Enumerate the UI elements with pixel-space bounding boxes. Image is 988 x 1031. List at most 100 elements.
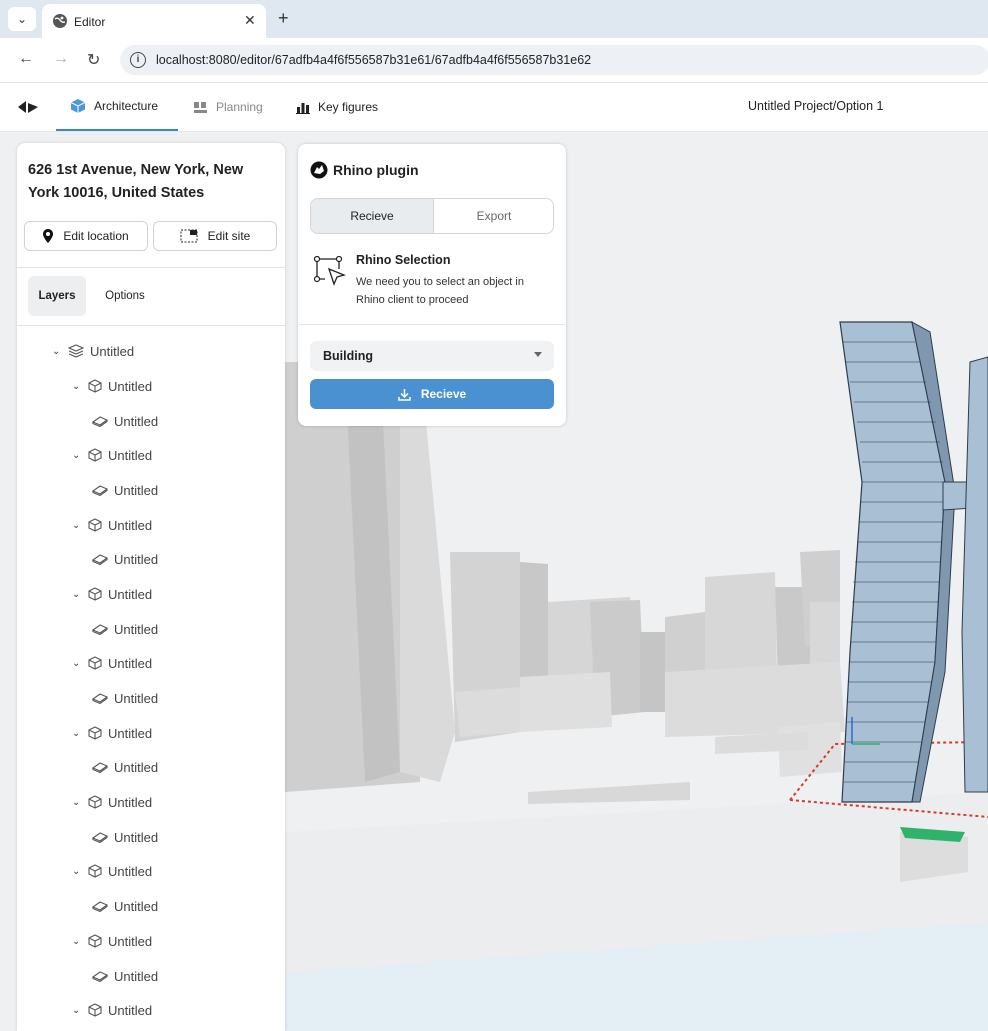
slab-icon [92,554,108,565]
tree-item-label: Untitled [114,829,159,845]
tab-options[interactable]: Options [95,276,155,316]
tree-group-label: Untitled [108,1002,153,1018]
tree-item[interactable]: Untitled [92,896,158,916]
tree-group-label: Untitled [108,517,153,533]
tree-group-label: Untitled [108,447,153,463]
browser-tab[interactable]: Editor ✕ [42,4,266,38]
tree-item-label: Untitled [114,482,159,498]
chevron-down-icon[interactable]: ⌄ [72,658,84,669]
tree-group[interactable]: ⌄ Untitled [72,653,152,673]
edit-location-button[interactable]: Edit location [24,221,148,251]
url-field[interactable]: i localhost:8080/editor/67adfb4a4f6f5565… [120,45,988,75]
slab-icon [92,832,108,843]
tree-item-label: Untitled [114,413,159,429]
site-info-icon[interactable]: i [130,52,146,68]
planning-icon [194,101,207,113]
tab-search-button[interactable]: ⌄ [8,7,36,31]
rhino-panel-title-text: Rhino plugin [333,162,419,178]
export-tab[interactable]: Export [433,199,553,233]
tree-group[interactable]: ⌄ Untitled [72,515,152,535]
app-header: Architecture Planning Key figures Untitl… [0,83,988,132]
chevron-down-icon[interactable]: ⌄ [72,520,84,531]
chevron-down-icon[interactable]: ⌄ [52,346,64,357]
location-pin-icon [43,229,54,243]
tree-group[interactable]: ⌄ Untitled [72,584,152,604]
tab-layers[interactable]: Layers [28,276,86,316]
chevron-down-icon[interactable]: ⌄ [72,450,84,461]
tree-item[interactable]: Untitled [92,688,158,708]
edit-site-label: Edit site [207,229,251,243]
tree-item[interactable]: Untitled [92,549,158,569]
close-tab-icon[interactable]: ✕ [244,12,256,29]
tree-item-label: Untitled [114,968,159,984]
slab-icon [92,762,108,773]
site-boundary-icon [180,229,198,243]
tab-key-figures[interactable]: Key figures [296,83,378,131]
tree-group[interactable]: ⌄ Untitled [72,445,152,465]
tree-item-label: Untitled [114,621,159,637]
tree-item[interactable]: Untitled [92,827,158,847]
cube-outline-icon [88,795,102,809]
chevron-down-icon[interactable]: ⌄ [72,866,84,877]
chevron-down-icon[interactable]: ⌄ [72,936,84,947]
cube-outline-icon [88,448,102,462]
tree-group-label: Untitled [108,933,153,949]
tree-group[interactable]: ⌄ Untitled [72,1000,152,1020]
mode-toggle: Recieve Export [310,198,554,234]
tab-planning[interactable]: Planning [193,83,263,131]
tree-group-label: Untitled [108,725,153,741]
project-path[interactable]: Untitled Project/Option 1 [748,99,884,113]
chevron-down-icon[interactable]: ⌄ [72,797,84,808]
reload-icon[interactable]: ↻ [87,50,100,70]
tree-group[interactable]: ⌄ Untitled [72,376,152,396]
tree-group[interactable]: ⌄ Untitled [72,723,152,743]
cube-outline-icon [88,934,102,948]
receive-button-label: Recieve [420,387,467,401]
chevron-down-icon[interactable]: ⌄ [72,381,84,392]
rhino-plugin-panel: Rhino plugin Recieve Export Rhino Select… [298,144,566,426]
edit-location-label: Edit location [63,229,129,243]
tree-root[interactable]: ⌄ Untitled [52,341,134,361]
tab-key-figures-label: Key figures [318,100,379,114]
tab-architecture-label: Architecture [94,99,159,113]
tree-item[interactable]: Untitled [92,757,158,777]
selection-cursor-icon [313,255,347,286]
slab-icon [92,416,108,427]
forward-arrow-icon[interactable]: → [53,50,69,68]
tree-item[interactable]: Untitled [92,411,158,431]
selection-description: We need you to select an object in Rhino… [356,276,524,306]
object-type-select[interactable]: Building [310,341,554,371]
chevron-down-icon[interactable]: ⌄ [72,589,84,600]
slab-icon [92,485,108,496]
download-icon [398,388,411,401]
site-address: 626 1st Avenue, New York, New York 10016… [28,162,244,201]
tree-group[interactable]: ⌄ Untitled [72,792,152,812]
receive-tab[interactable]: Recieve [311,199,434,233]
cube-outline-icon [88,726,102,740]
caret-down-icon [534,352,542,357]
back-arrow-icon[interactable]: ← [18,50,34,68]
selection-title: Rhino Selection [356,253,451,267]
tree-group-label: Untitled [108,378,153,394]
slab-icon [92,693,108,704]
edit-site-button[interactable]: Edit site [153,221,277,251]
tree-group[interactable]: ⌄ Untitled [72,931,152,951]
chevron-down-icon[interactable]: ⌄ [72,1005,84,1016]
chevron-down-icon[interactable]: ⌄ [72,728,84,739]
cube-outline-icon [88,1003,102,1017]
tree-group-label: Untitled [108,655,153,671]
tree-group[interactable]: ⌄ Untitled [72,861,152,881]
tree-item[interactable]: Untitled [92,966,158,986]
url-text: localhost:8080/editor/67adfb4a4f6f556587… [156,53,592,67]
bar-chart-icon [296,102,310,114]
left-panel: 626 1st Avenue, New York, New York 10016… [17,143,285,1031]
receive-button[interactable]: Recieve [310,379,554,409]
tab-architecture[interactable]: Architecture [56,83,178,131]
tree-item[interactable]: Untitled [92,480,158,500]
slab-icon [92,971,108,982]
tree-item-label: Untitled [114,690,159,706]
rhino-logo-icon [310,161,328,179]
divider [298,324,566,325]
tree-item[interactable]: Untitled [92,619,158,639]
new-tab-button[interactable]: + [278,8,289,29]
